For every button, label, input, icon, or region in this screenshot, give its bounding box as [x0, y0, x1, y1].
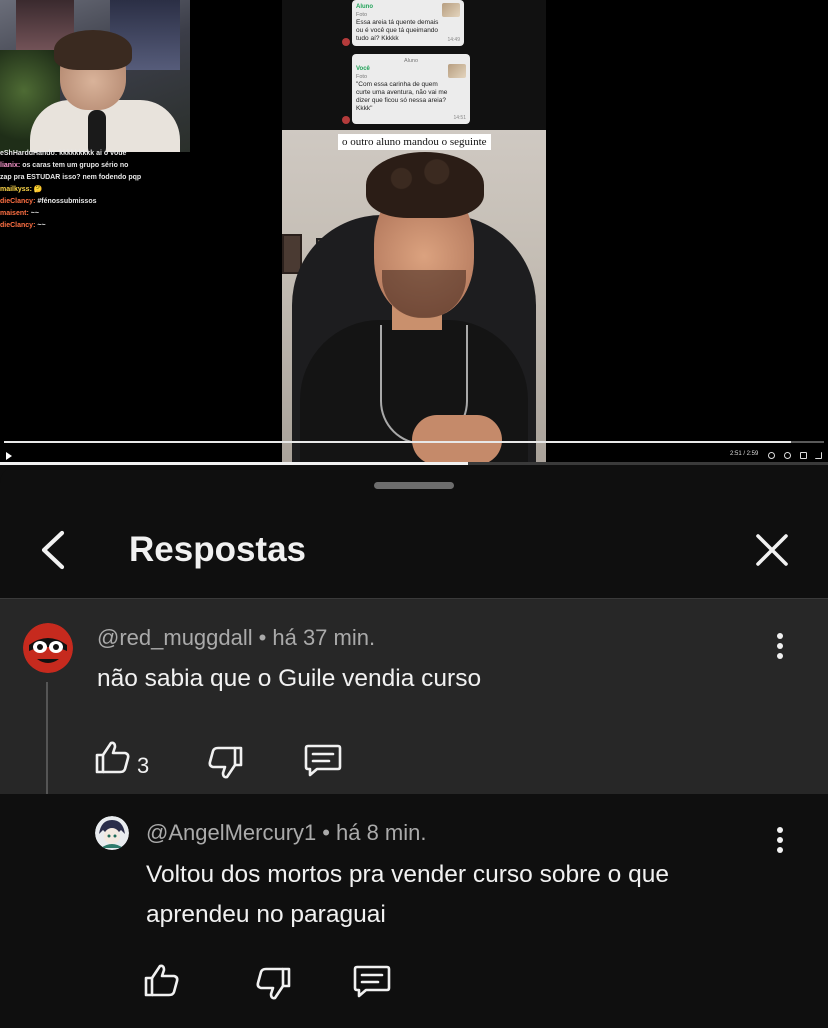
chat-line: zap pra ESTUDAR isso? nem fodendo pqp: [0, 174, 142, 181]
panel-title: Respostas: [129, 530, 307, 569]
thumbs-up-icon: [144, 964, 179, 997]
avatar[interactable]: [23, 623, 73, 673]
chat-line: dieClancy: #fénossubmissos: [0, 198, 97, 205]
chat-line: eShHarduHando: kkkkkkkkk ai o voue: [0, 150, 127, 157]
reply-icon: [304, 744, 342, 777]
comment-time: há 37 min.: [272, 625, 376, 650]
settings-icon[interactable]: [784, 452, 791, 459]
comment-author[interactable]: @red_muggdall: [97, 625, 253, 650]
reply-button[interactable]: [352, 961, 392, 1001]
chat-line: dieClancy: ~~: [0, 222, 46, 229]
like-button[interactable]: [93, 738, 133, 778]
comment-text: Voltou dos mortos pra vender curso sobre…: [146, 861, 669, 928]
stream-chat: eShHarduHando: kkkkkkkkk ai o voue liani…: [0, 148, 190, 232]
video-player[interactable]: eShHarduHando: kkkkkkkkk ai o voue liani…: [0, 0, 828, 465]
back-arrow-icon: [41, 530, 65, 570]
comment-author[interactable]: @AngelMercury1: [146, 820, 316, 845]
close-icon: [756, 534, 788, 566]
dislike-button[interactable]: [205, 742, 245, 782]
chat-line: maisent: ~~: [0, 210, 39, 217]
replies-panel: Respostas @red_muggdall • há 37 min. não s…: [0, 465, 828, 1028]
volume-icon[interactable]: [768, 452, 775, 459]
video-progress-fill: [4, 441, 792, 443]
drag-handle[interactable]: [374, 482, 454, 489]
thumbs-down-icon: [208, 746, 243, 779]
reply-icon: [353, 965, 391, 998]
chat-bubble: Aluno Foto Essa areia tá quente demais o…: [352, 0, 464, 46]
thumbs-down-icon: [256, 967, 291, 1000]
loop-icon[interactable]: [800, 452, 807, 459]
chat-bubble: Aluno Você Foto "Com essa carinha de que…: [352, 54, 470, 124]
more-vert-icon[interactable]: [770, 633, 790, 663]
comment-meta: @AngelMercury1 • há 8 min.: [146, 820, 427, 845]
comment-time: há 8 min.: [336, 820, 427, 845]
video-progress-bar[interactable]: [4, 441, 824, 443]
chat-line: lianix: os caras tem um grupo sério no: [0, 162, 129, 169]
play-icon[interactable]: [6, 452, 12, 460]
comment-text: não sabia que o Guile vendia curso: [97, 665, 482, 692]
like-button[interactable]: [142, 961, 182, 1001]
more-vert-icon[interactable]: [770, 827, 790, 857]
avatar[interactable]: [95, 816, 129, 850]
comment-meta: @red_muggdall • há 37 min.: [97, 625, 376, 650]
like-count: 3: [137, 753, 150, 778]
thumbs-up-icon: [95, 741, 130, 774]
whatsapp-screenshot: Aluno Foto Essa areia tá quente demais o…: [282, 0, 546, 130]
dislike-button[interactable]: [253, 963, 293, 1003]
reaction-clip: [282, 130, 546, 465]
video-time: 2:51 / 2:59: [730, 451, 759, 457]
close-button[interactable]: [750, 528, 794, 572]
video-caption: o outro aluno mandou o seguinte: [338, 134, 491, 150]
chat-line: mailkyss: 🤔: [0, 186, 43, 193]
streamer-webcam: [0, 0, 190, 152]
fullscreen-icon[interactable]: [815, 452, 822, 459]
parent-comment: @red_muggdall • há 37 min. não sabia que o…: [0, 599, 828, 794]
reply-button[interactable]: [303, 740, 343, 780]
back-button[interactable]: [30, 527, 74, 573]
reply-comment: @AngelMercury1 • há 8 min. Voltou dos mort…: [0, 794, 828, 1028]
